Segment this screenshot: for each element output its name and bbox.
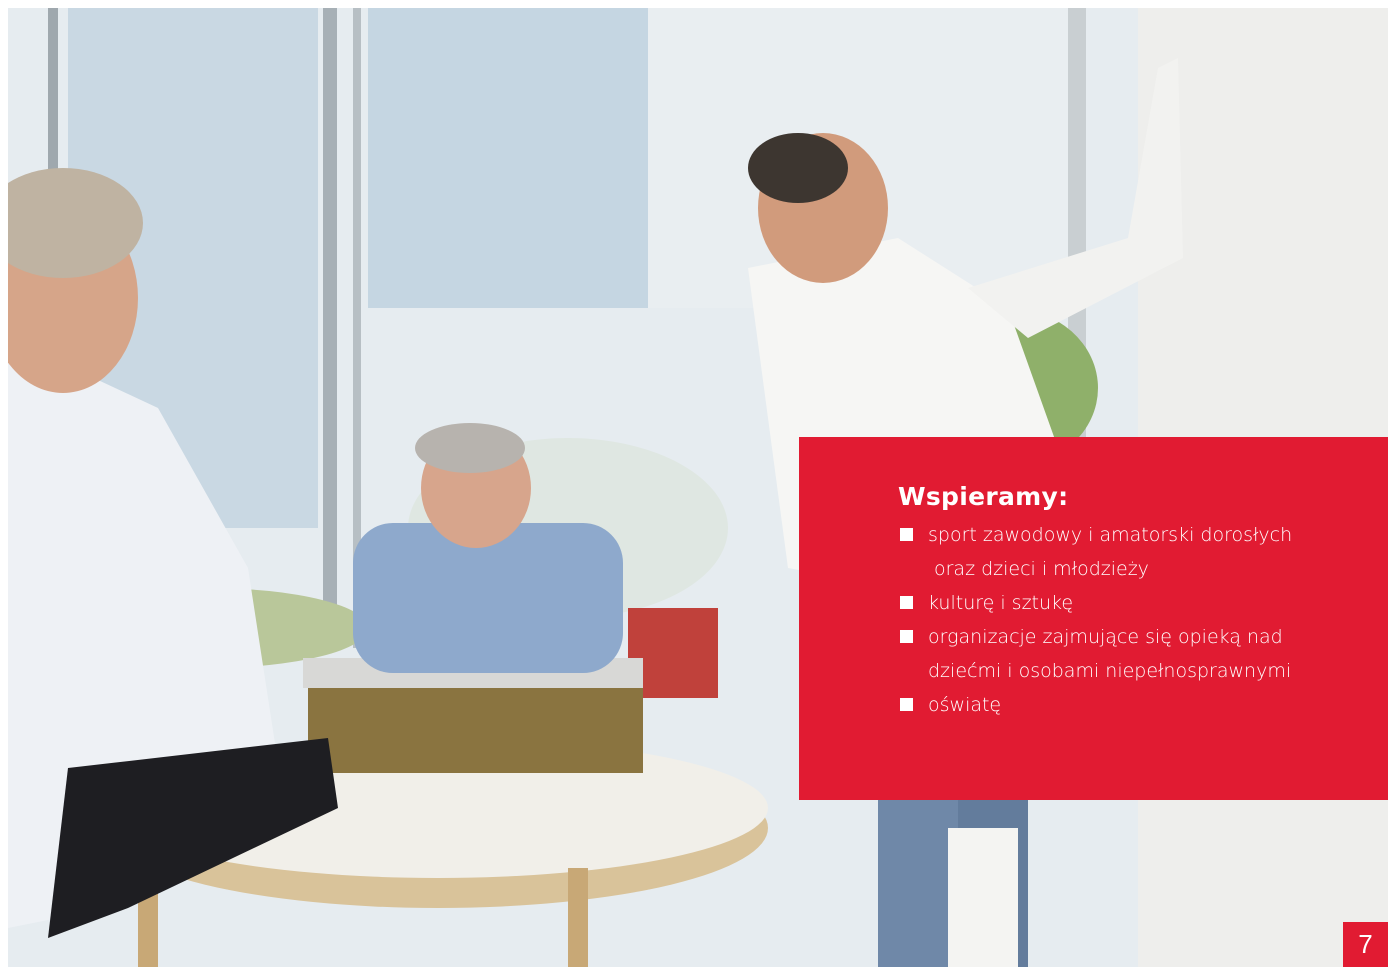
brochure-page: Wspieramy: sport zawodowy i amatorski do… (0, 0, 1388, 967)
page-number: 7 (1343, 922, 1388, 967)
list-item-text-continued: oraz dzieci i młodzieży (934, 558, 1149, 580)
list-item-text: kulturę i sztukę (928, 592, 1074, 614)
square-bullet-icon (900, 698, 913, 711)
list-item-text: organizacje zajmujące się opieką nad (928, 626, 1283, 648)
square-bullet-icon (900, 528, 913, 541)
support-list: sport zawodowy i amatorski dorosłych ora… (898, 518, 1348, 722)
info-title: Wspieramy: (898, 482, 1069, 511)
list-item-text: sport zawodowy i amatorski dorosłych (928, 524, 1293, 546)
square-bullet-icon (900, 596, 913, 609)
list-item-text: oświatę (928, 694, 1002, 716)
list-item-education: oświatę (898, 688, 1348, 722)
square-bullet-icon (900, 630, 913, 643)
support-info-box: Wspieramy: sport zawodowy i amatorski do… (799, 437, 1388, 800)
list-item-sport: sport zawodowy i amatorski dorosłych ora… (898, 518, 1348, 586)
list-item-text-continued: dziećmi i osobami niepełnosprawnymi (928, 660, 1292, 682)
list-item-culture: kulturę i sztukę (898, 586, 1348, 620)
list-item-organizations: organizacje zajmujące się opieką nad dzi… (898, 620, 1348, 688)
